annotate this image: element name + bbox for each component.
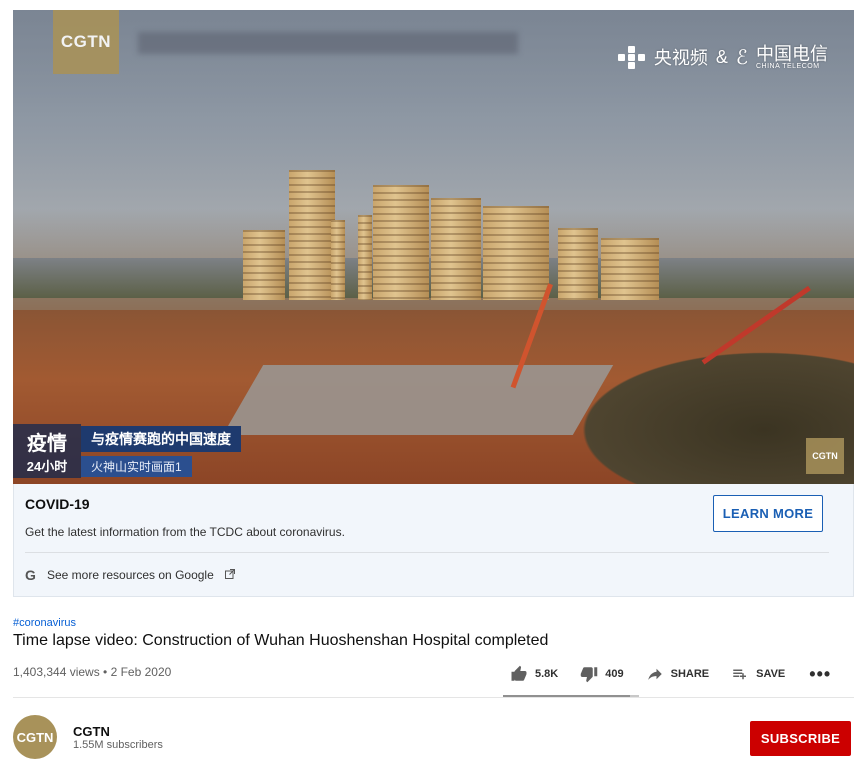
video-building: [483, 206, 549, 300]
learn-more-button[interactable]: LEARN MORE: [713, 495, 823, 532]
lower-third-headline: 与疫情赛跑的中国速度: [81, 425, 241, 452]
playlist-add-icon: [733, 669, 747, 680]
share-label: SHARE: [670, 668, 710, 680]
video-building: [289, 170, 335, 300]
video-building: [373, 185, 429, 300]
broadcaster-logos: 央视频 & ℰ 中国电信 CHINA TELECOM: [617, 44, 828, 70]
video-building: [431, 198, 481, 300]
telecom-name: 中国电信: [756, 43, 828, 64]
external-link-icon: [224, 568, 235, 582]
subscriber-count: 1.55M subscribers: [73, 739, 163, 751]
dislike-count: 409: [605, 668, 624, 680]
video-actions: 5.8K 409 SHARE SAVE •••: [510, 661, 831, 687]
video-building: [243, 230, 285, 300]
video-building: [331, 220, 345, 300]
telecom-icon: ℰ: [735, 46, 748, 69]
section-divider: [13, 697, 854, 698]
thumbs-down-icon: [581, 667, 598, 683]
save-label: SAVE: [756, 668, 786, 680]
thumbs-up-icon: [511, 665, 527, 681]
subscribe-button[interactable]: SUBSCRIBE: [750, 721, 851, 756]
video-building: [558, 228, 598, 300]
lower-third-text: 与疫情赛跑的中国速度 火神山实时画面1: [81, 425, 241, 477]
cgtn-corner-logo: CGTN: [806, 438, 844, 474]
cctv-video-icon: [617, 46, 646, 69]
news-lower-third: 疫情 24小时 与疫情赛跑的中国速度 火神山实时画面1: [13, 424, 241, 478]
views-and-date: 1,403,344 views • 2 Feb 2020: [13, 665, 172, 679]
share-icon: [647, 668, 662, 680]
covid-info-panel: COVID-19 Get the latest information from…: [13, 484, 854, 597]
video-player[interactable]: CGTN 央视频 & ℰ 中国电信 CHINA TELECOM 疫情 24小时 …: [13, 10, 854, 484]
hashtag-link[interactable]: #coronavirus: [13, 617, 76, 629]
ampersand: &: [715, 46, 728, 67]
video-building: [601, 238, 659, 300]
cgtn-watermark: CGTN: [53, 10, 119, 74]
lower-third-badge: 疫情 24小时: [13, 424, 81, 478]
lower-third-subline: 火神山实时画面1: [81, 455, 192, 477]
google-icon: G: [25, 567, 36, 583]
like-button[interactable]: 5.8K: [510, 665, 558, 683]
info-panel-title: COVID-19: [25, 496, 90, 512]
google-resources-link[interactable]: G See more resources on Google: [25, 567, 235, 583]
broadcaster-name: 央视频: [653, 48, 708, 68]
dislike-button[interactable]: 409: [580, 665, 624, 683]
channel-name[interactable]: CGTN: [73, 724, 110, 739]
video-title: Time lapse video: Construction of Wuhan …: [13, 632, 549, 649]
lower-third-big: 疫情: [27, 433, 67, 455]
blurred-overlay: [138, 32, 518, 54]
telecom-name-en: CHINA TELECOM: [756, 62, 820, 70]
resources-label: See more resources on Google: [47, 568, 214, 582]
info-panel-divider: [25, 552, 829, 553]
more-actions-icon[interactable]: •••: [809, 664, 831, 685]
lower-third-small: 24小时: [26, 459, 68, 474]
share-button[interactable]: SHARE: [646, 665, 710, 683]
info-panel-description: Get the latest information from the TCDC…: [25, 525, 345, 539]
like-count: 5.8K: [535, 668, 559, 680]
telecom-logo: 中国电信 CHINA TELECOM: [756, 45, 828, 70]
channel-avatar[interactable]: CGTN: [13, 715, 57, 759]
video-building: [358, 215, 372, 300]
save-button[interactable]: SAVE: [731, 665, 785, 683]
